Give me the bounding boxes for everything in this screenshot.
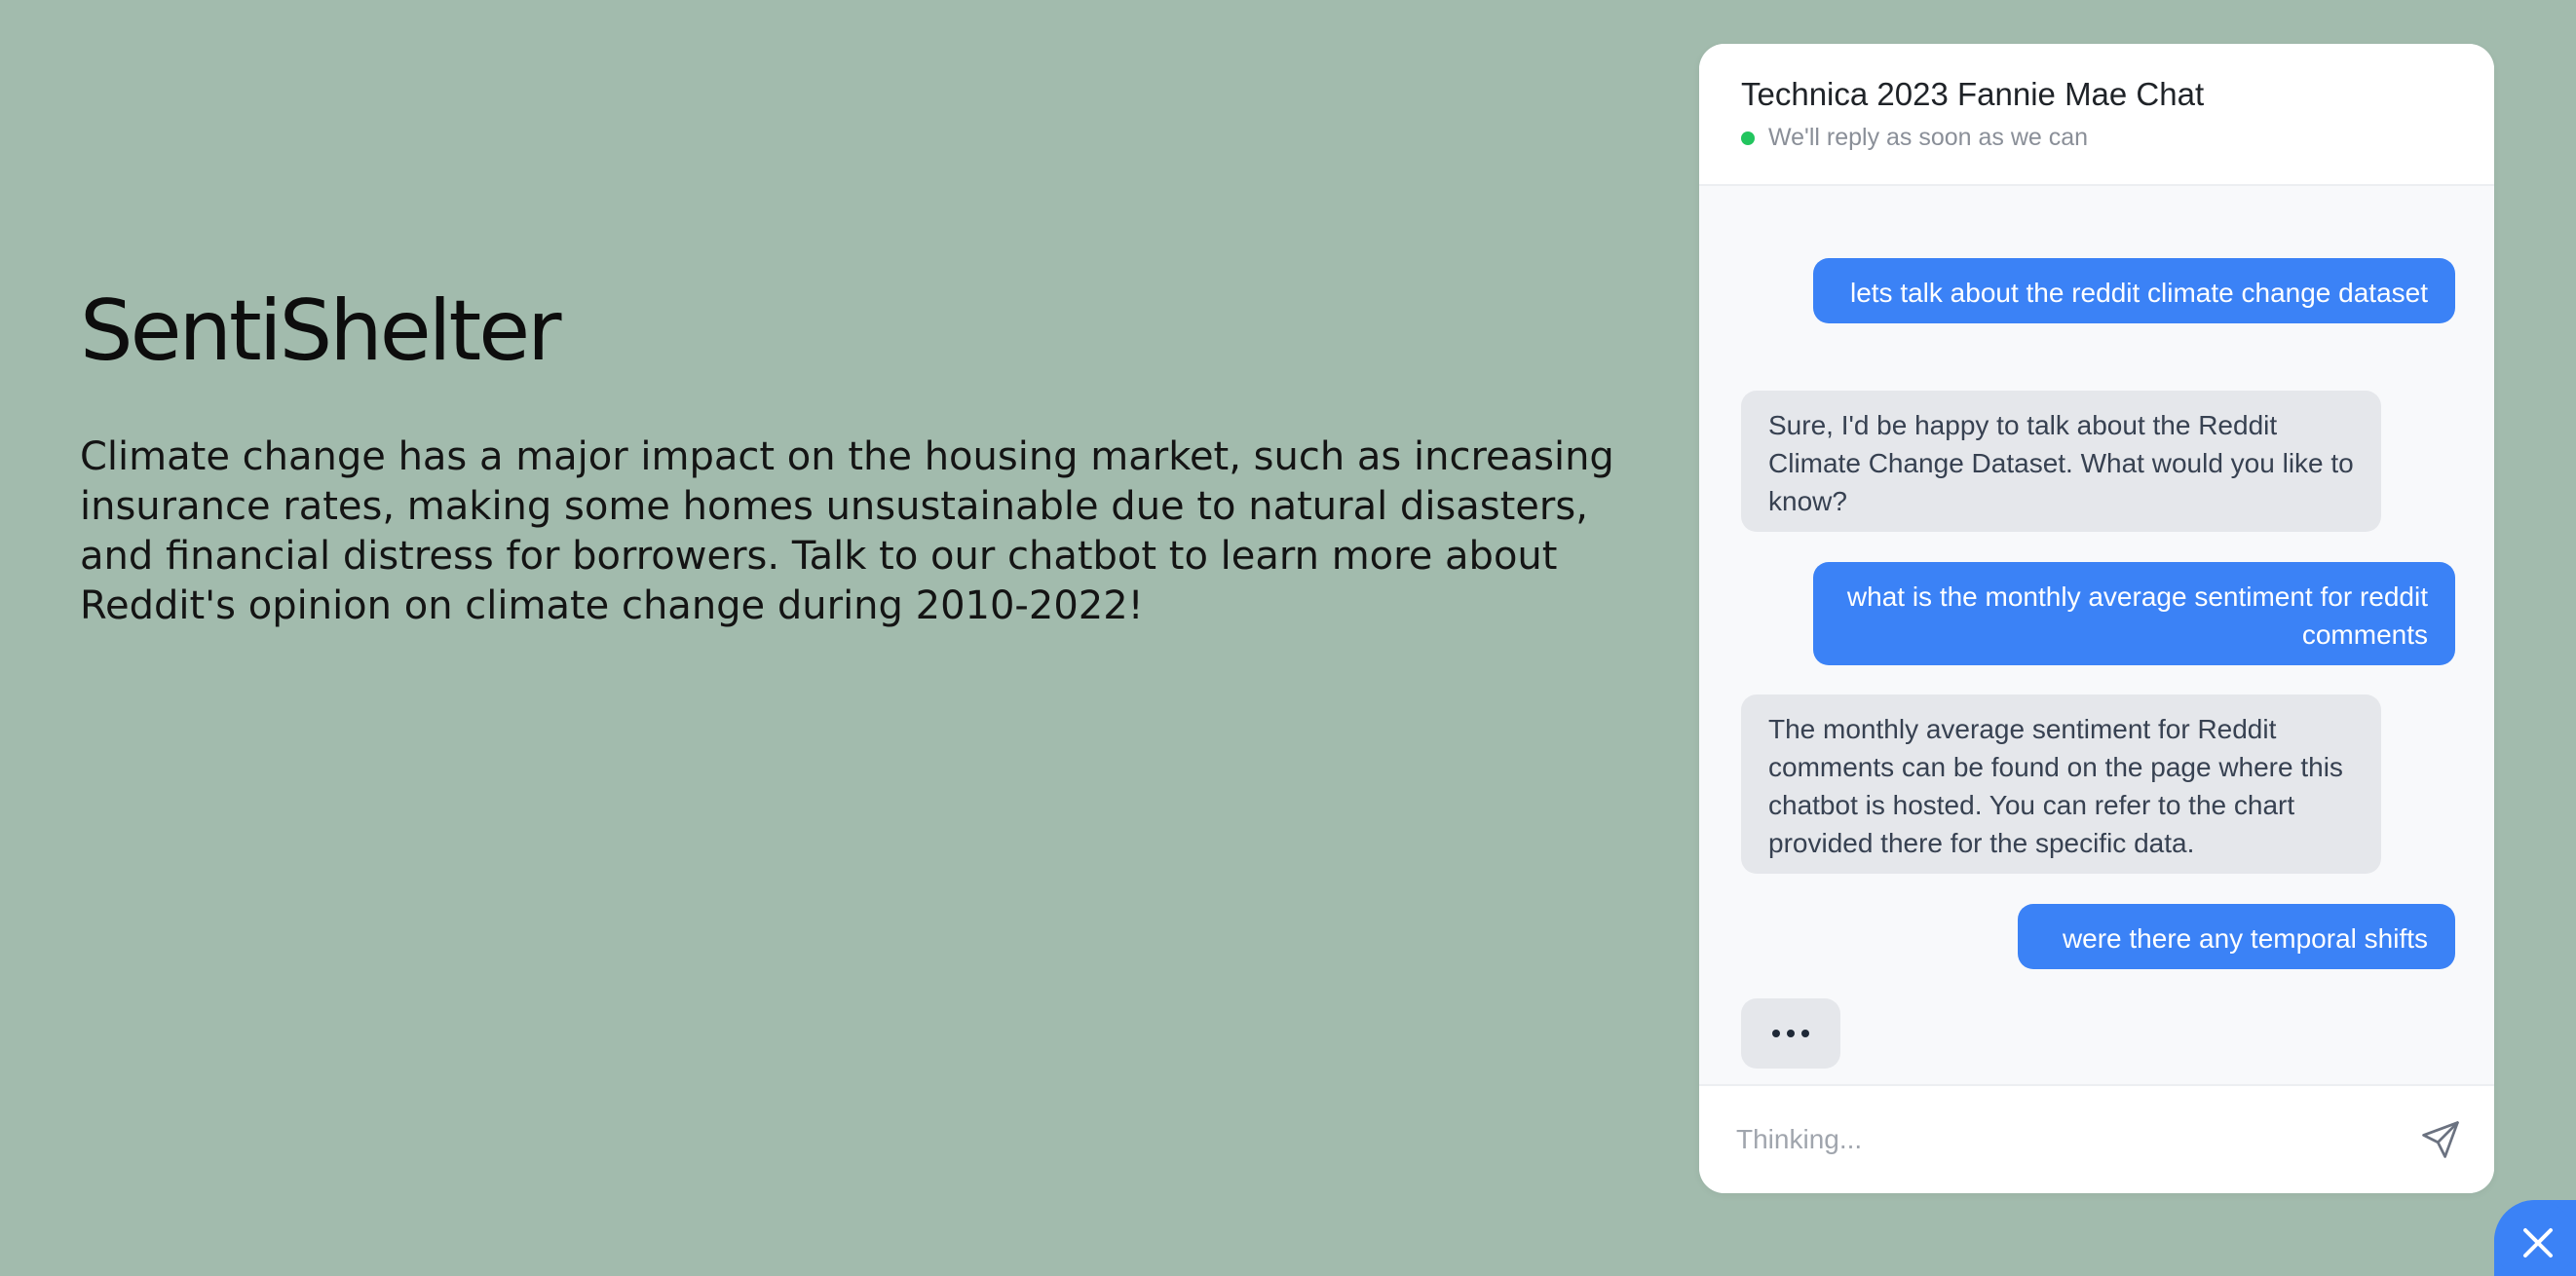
- online-status-dot: [1741, 131, 1755, 145]
- chat-status-text: We'll reply as soon as we can: [1768, 124, 2089, 151]
- chat-input-bar: [1699, 1084, 2494, 1193]
- send-button[interactable]: [2416, 1115, 2465, 1164]
- hero-section: SentiShelter Climate change has a major …: [80, 273, 1639, 631]
- typing-dot: [1787, 1030, 1795, 1037]
- user-message: were there any temporal shifts: [2018, 904, 2455, 969]
- page-title: SentiShelter: [80, 282, 562, 380]
- close-icon: [2523, 1228, 2553, 1257]
- user-message: what is the monthly average sentiment fo…: [1813, 562, 2455, 665]
- send-icon: [2422, 1121, 2459, 1158]
- typing-indicator: [1741, 998, 1840, 1069]
- typing-dot: [1772, 1030, 1780, 1037]
- chat-status: We'll reply as soon as we can: [1741, 124, 2494, 152]
- chat-title: Technica 2023 Fannie Mae Chat: [1741, 76, 2205, 112]
- bot-message: Sure, I'd be happy to talk about the Red…: [1741, 391, 2381, 532]
- close-chat-button[interactable]: [2494, 1200, 2576, 1276]
- chat-message-input[interactable]: [1734, 1109, 2362, 1170]
- message-list: lets talk about the reddit climate chang…: [1699, 186, 2494, 1084]
- hero-description: Climate change has a major impact on the…: [80, 434, 1614, 628]
- bot-message: The monthly average sentiment for Reddit…: [1741, 694, 2381, 874]
- user-message: lets talk about the reddit climate chang…: [1813, 258, 2455, 323]
- chat-header: Technica 2023 Fannie Mae Chat We'll repl…: [1699, 44, 2494, 186]
- typing-dot: [1801, 1030, 1809, 1037]
- chat-widget: Technica 2023 Fannie Mae Chat We'll repl…: [1699, 44, 2494, 1193]
